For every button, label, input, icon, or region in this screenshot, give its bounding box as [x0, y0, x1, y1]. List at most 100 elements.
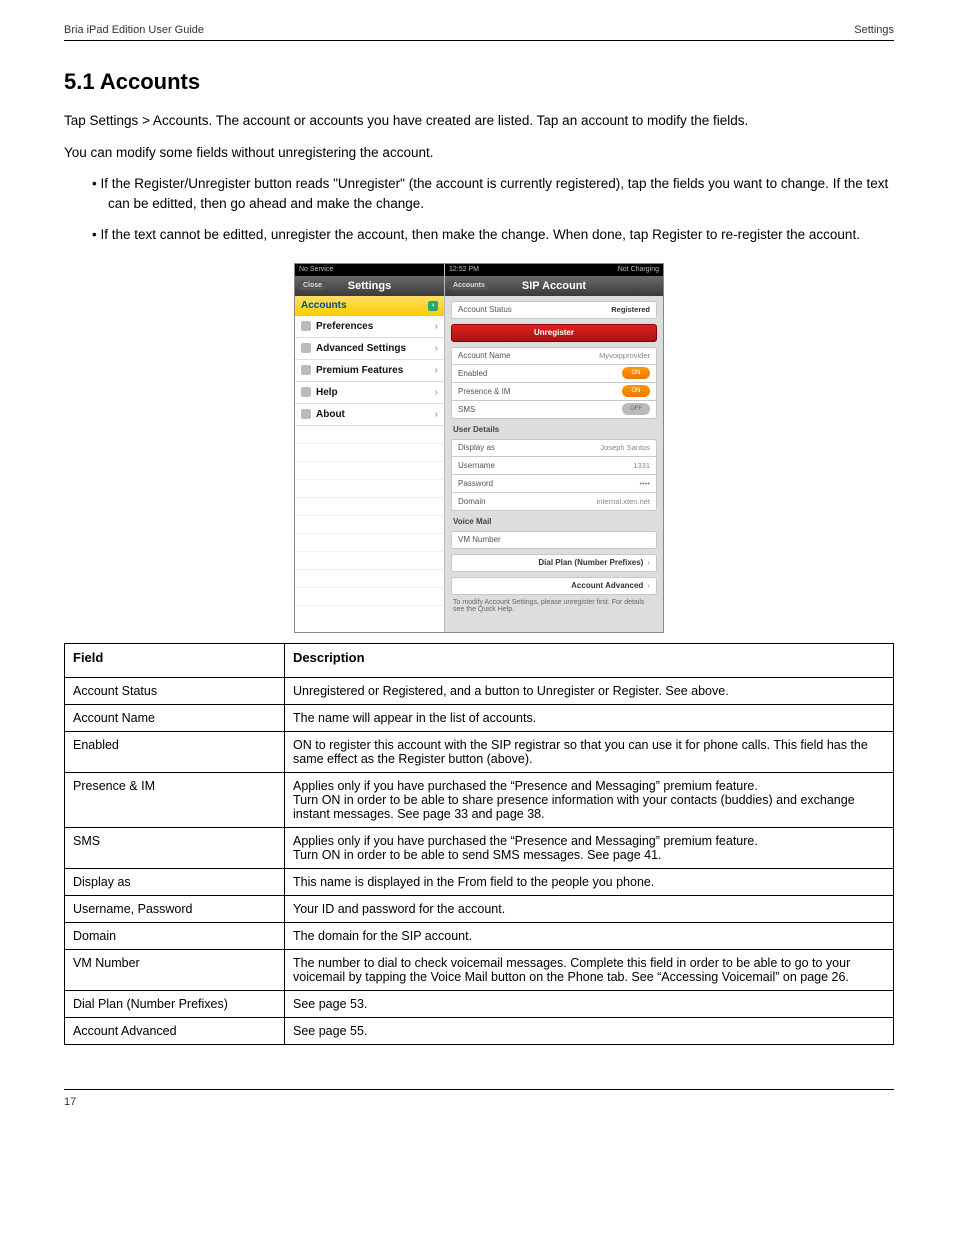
- table-row: Display asThis name is displayed in the …: [65, 868, 894, 895]
- desc-cell: This name is displayed in the From field…: [285, 868, 894, 895]
- close-button[interactable]: Close: [299, 281, 326, 290]
- status-value: Registered: [611, 305, 650, 314]
- sidebar-item-about[interactable]: About ›: [295, 404, 444, 426]
- chevron-right-icon: ›: [428, 301, 438, 311]
- sip-header: Accounts SIP Account: [445, 276, 663, 296]
- desc-cell: ON to register this account with the SIP…: [285, 731, 894, 772]
- password-value: ••••: [639, 479, 650, 488]
- sms-toggle[interactable]: OFF: [622, 403, 650, 415]
- table-row: DomainThe domain for the SIP account.: [65, 922, 894, 949]
- desc-cell: See page 55.: [285, 1017, 894, 1044]
- status-bar-left: No Service: [295, 264, 444, 276]
- dial-plan-link[interactable]: Dial Plan (Number Prefixes)›: [451, 554, 657, 572]
- sidebar-item-preferences[interactable]: Preferences ›: [295, 316, 444, 338]
- para-4: If the text cannot be editted, unregiste…: [92, 225, 894, 245]
- display-as-row[interactable]: Display as Joseph Santos: [451, 439, 657, 457]
- para-1: Tap Settings > Accounts. The account or …: [64, 111, 894, 131]
- field-cell: Display as: [65, 868, 285, 895]
- settings-title: Settings: [348, 280, 391, 292]
- unregister-button[interactable]: Unregister: [451, 324, 657, 342]
- chevron-right-icon: ›: [647, 558, 650, 567]
- vm-number-row[interactable]: VM Number: [451, 531, 657, 549]
- domain-value: internal.xten.net: [597, 497, 650, 506]
- th-field: Field: [65, 643, 285, 677]
- table-row: Account NameThe name will appear in the …: [65, 704, 894, 731]
- back-button[interactable]: Accounts: [449, 281, 489, 290]
- username-row[interactable]: Username 1331: [451, 457, 657, 475]
- field-label: Password: [458, 479, 493, 488]
- desc-cell: Applies only if you have purchased the “…: [285, 772, 894, 827]
- field-label: Enabled: [458, 369, 487, 378]
- field-cell: Username, Password: [65, 895, 285, 922]
- desc-cell: Unregistered or Registered, and a button…: [285, 677, 894, 704]
- screenshot: No Service Close Settings Accounts › Pre…: [294, 263, 664, 633]
- th-desc: Description: [285, 643, 894, 677]
- sidebar-item-help[interactable]: Help ›: [295, 382, 444, 404]
- table-row: VM NumberThe number to dial to check voi…: [65, 949, 894, 990]
- field-label: Display as: [458, 443, 495, 452]
- chevron-right-icon: ›: [435, 409, 438, 420]
- page-number: 17: [64, 1096, 76, 1108]
- fields-table: Field Description Account StatusUnregist…: [64, 643, 894, 1045]
- sidebar-item-label: Advanced Settings: [316, 343, 435, 354]
- username-value: 1331: [633, 461, 650, 470]
- gear-icon: [301, 343, 311, 353]
- enabled-row: Enabled ON: [451, 365, 657, 383]
- field-cell: SMS: [65, 827, 285, 868]
- sms-row: SMS OFF: [451, 401, 657, 419]
- running-head-right: Settings: [854, 24, 894, 36]
- top-rule: [64, 40, 894, 41]
- password-row[interactable]: Password ••••: [451, 475, 657, 493]
- status-bar-right: 12:52 PM Not Charging: [445, 264, 663, 276]
- field-label: Presence & IM: [458, 387, 510, 396]
- field-cell: Domain: [65, 922, 285, 949]
- account-status-row: Account Status Registered: [451, 301, 657, 319]
- display-as-value: Joseph Santos: [600, 443, 650, 452]
- sidebar-item-accounts[interactable]: Accounts ›: [295, 296, 444, 316]
- account-advanced-link[interactable]: Account Advanced›: [451, 577, 657, 595]
- field-label: SMS: [458, 405, 475, 414]
- account-name-row[interactable]: Account Name Myvoipprovider: [451, 347, 657, 365]
- user-details-heading: User Details: [453, 425, 655, 434]
- field-cell: VM Number: [65, 949, 285, 990]
- chevron-right-icon: ›: [647, 581, 650, 590]
- presence-toggle[interactable]: ON: [622, 385, 650, 397]
- sliders-icon: [301, 321, 311, 331]
- sip-title: SIP Account: [522, 280, 586, 292]
- para-3: If the Register/Unregister button reads …: [92, 174, 894, 213]
- field-label: Account Name: [458, 351, 510, 360]
- desc-cell: The number to dial to check voicemail me…: [285, 949, 894, 990]
- running-head-left: Bria iPad Edition User Guide: [64, 24, 204, 36]
- chevron-right-icon: ›: [435, 343, 438, 354]
- desc-cell: The name will appear in the list of acco…: [285, 704, 894, 731]
- sidebar-item-label: Preferences: [316, 321, 435, 332]
- table-row: Username, PasswordYour ID and password f…: [65, 895, 894, 922]
- table-row: EnabledON to register this account with …: [65, 731, 894, 772]
- field-label: Account Status: [458, 305, 512, 314]
- info-icon: [301, 409, 311, 419]
- sidebar-item-label: Premium Features: [316, 365, 435, 376]
- sip-account-panel: 12:52 PM Not Charging Accounts SIP Accou…: [445, 264, 663, 632]
- table-row: Account AdvancedSee page 55.: [65, 1017, 894, 1044]
- domain-row[interactable]: Domain internal.xten.net: [451, 493, 657, 511]
- para-2: You can modify some fields without unreg…: [64, 143, 894, 163]
- presence-row: Presence & IM ON: [451, 383, 657, 401]
- table-row: Account StatusUnregistered or Registered…: [65, 677, 894, 704]
- field-label: Username: [458, 461, 495, 470]
- sidebar-item-premium[interactable]: Premium Features ›: [295, 360, 444, 382]
- sidebar-item-label: Help: [316, 387, 435, 398]
- field-label: VM Number: [458, 535, 501, 544]
- field-cell: Account Status: [65, 677, 285, 704]
- enabled-toggle[interactable]: ON: [622, 367, 650, 379]
- table-row: Presence & IMApplies only if you have pu…: [65, 772, 894, 827]
- field-cell: Account Name: [65, 704, 285, 731]
- field-cell: Enabled: [65, 731, 285, 772]
- field-cell: Dial Plan (Number Prefixes): [65, 990, 285, 1017]
- field-cell: Presence & IM: [65, 772, 285, 827]
- help-icon: [301, 387, 311, 397]
- sidebar-item-label: Accounts: [301, 300, 347, 311]
- desc-cell: See page 53.: [285, 990, 894, 1017]
- bottom-rule: [64, 1089, 894, 1090]
- sidebar-item-advanced[interactable]: Advanced Settings ›: [295, 338, 444, 360]
- chevron-right-icon: ›: [435, 365, 438, 376]
